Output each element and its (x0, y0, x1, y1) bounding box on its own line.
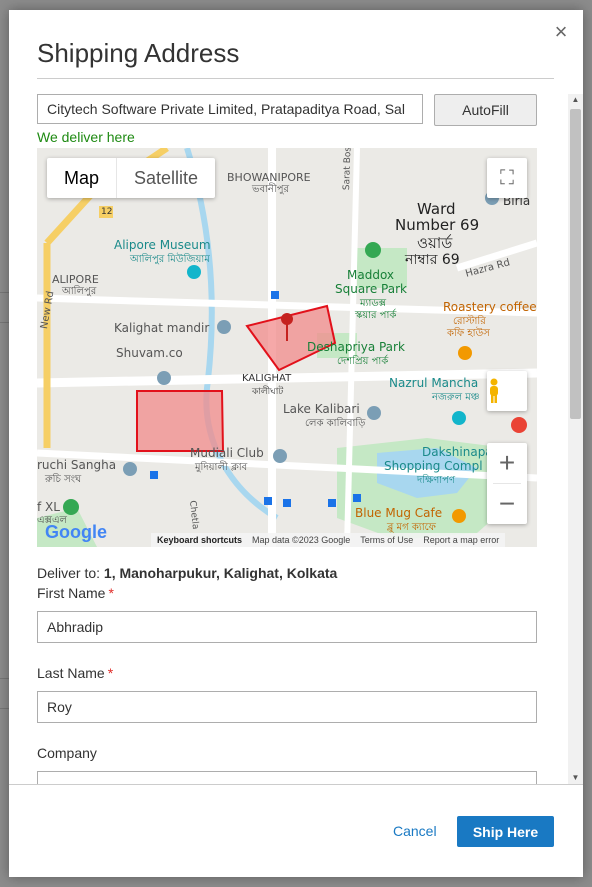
cafe-marker-icon (458, 346, 472, 360)
company-label: Company (37, 745, 97, 761)
report-error-link[interactable]: Report a map error (423, 533, 499, 547)
map-label: Roastery coffee (443, 300, 537, 314)
zoom-in-button[interactable]: + (487, 443, 527, 483)
shipping-address-modal: × Shipping Address AutoFill We deliver h… (9, 10, 583, 877)
map-label: Deshapriya Park (307, 340, 405, 354)
first-name-label: First Name * (37, 585, 114, 601)
map-label: নজরুল মঞ্চ (432, 392, 480, 403)
map-label: Alipore Museum (114, 238, 211, 252)
required-marker: * (108, 585, 114, 601)
footer-divider (9, 784, 583, 785)
map-label: ভবানীপুর (252, 184, 290, 195)
keyboard-shortcuts-link[interactable]: Keyboard shortcuts (157, 533, 242, 547)
map-label: Blue Mug Cafe (355, 506, 443, 520)
music-marker-icon (452, 411, 466, 425)
park-marker-icon (365, 242, 381, 258)
last-name-field[interactable] (37, 691, 537, 723)
first-name-field[interactable] (37, 611, 537, 643)
map-label: কালীঘাট (252, 387, 284, 397)
deliver-note: We deliver here (37, 129, 135, 145)
modal-title: Shipping Address (37, 38, 240, 68)
map-label: f XL (37, 500, 60, 514)
bus-stop-icon (283, 499, 291, 507)
map-label: স্কয়ার পার্ক (355, 310, 397, 321)
fullscreen-icon[interactable]: ⛶ (487, 158, 527, 198)
map-widget[interactable]: BHOWANIPORE ভবানীপুর Ward Number 69 ওয়া… (37, 148, 537, 547)
deliver-to-address: 1, Manoharpukur, Kalighat, Kolkata (103, 565, 338, 581)
map-type-map-button[interactable]: Map (47, 158, 116, 198)
place-marker-icon (157, 371, 171, 385)
bus-stop-icon (353, 494, 361, 502)
location-pin (281, 313, 293, 325)
pegman-icon[interactable] (487, 371, 527, 411)
modal-scrollbar[interactable]: ▲ ▼ (568, 94, 583, 784)
hospital-marker-icon (511, 417, 527, 433)
scroll-up-icon[interactable]: ▲ (568, 94, 583, 106)
map-label: Shuvam.co (116, 346, 183, 360)
bus-stop-icon (150, 471, 158, 479)
map-label: Maddox (347, 268, 395, 282)
delivery-zone (136, 390, 225, 452)
map-label: Square Park (335, 282, 407, 296)
map-label: রুচি সংঘ (45, 474, 82, 485)
required-marker: * (107, 665, 114, 681)
map-label: আলিপুর মিউজিয়াম (130, 254, 210, 265)
map-label: ruchi Sangha (37, 458, 117, 472)
google-logo: Google (45, 522, 107, 542)
autofill-button[interactable]: AutoFill (434, 94, 537, 126)
map-label: KALIGHAT (242, 373, 292, 384)
route-number: 12 (101, 207, 113, 217)
map-label: Kalighat mandir (114, 321, 210, 335)
map-label: নাম্বার 69 (405, 252, 460, 268)
map-data-credit: Map data ©2023 Google (252, 535, 351, 545)
title-divider (37, 78, 554, 79)
ship-here-button[interactable]: Ship Here (457, 816, 554, 847)
scroll-down-icon[interactable]: ▼ (568, 772, 583, 784)
zoom-out-button[interactable]: − (487, 484, 527, 524)
map-label: Mudiali Club (190, 446, 264, 460)
cancel-button[interactable]: Cancel (393, 823, 437, 839)
last-name-label: Last Name * (37, 665, 113, 681)
address-search-input[interactable] (37, 94, 423, 124)
close-icon[interactable]: × (551, 21, 571, 43)
map-attribution: Keyboard shortcuts Map data ©2023 Google… (151, 533, 506, 547)
map-label: Lake Kalibari (283, 402, 360, 416)
zoom-control: + − (487, 443, 527, 524)
last-name-label-text: Last Name (37, 665, 105, 681)
map-type-satellite-button[interactable]: Satellite (116, 158, 215, 198)
terms-link[interactable]: Terms of Use (360, 533, 413, 547)
map-label: মুদিয়ালী ক্লাব (195, 462, 248, 473)
cafe-marker-icon (452, 509, 466, 523)
metro-icon (264, 497, 272, 505)
deliver-to: Deliver to: 1, Manoharpukur, Kalighat, K… (37, 565, 337, 581)
first-name-label-text: First Name (37, 585, 106, 601)
deliver-to-label: Deliver to: (37, 565, 101, 581)
place-marker-icon (273, 449, 287, 463)
bus-stop-icon (328, 499, 336, 507)
map-label: Shopping Compl (384, 459, 483, 473)
map-label: লেক কালিবাড়ি (305, 418, 366, 429)
map-label: আলিপুর (62, 286, 97, 297)
map-label: Nazrul Mancha (389, 376, 479, 390)
company-field[interactable] (37, 771, 537, 784)
modal-content: AutoFill We deliver here (37, 94, 537, 784)
place-marker-icon (123, 462, 137, 476)
temple-marker-icon (217, 320, 231, 334)
temple-marker-icon (367, 406, 381, 420)
map-label: কফি হাউস (447, 328, 490, 339)
scrollbar-thumb[interactable] (570, 109, 581, 419)
map-type-control: Map Satellite (47, 158, 216, 198)
metro-icon (271, 291, 279, 299)
map-label: দক্ষিণাপণ (417, 475, 455, 486)
map-label: দেশপ্রিয় পার্ক (337, 356, 389, 367)
